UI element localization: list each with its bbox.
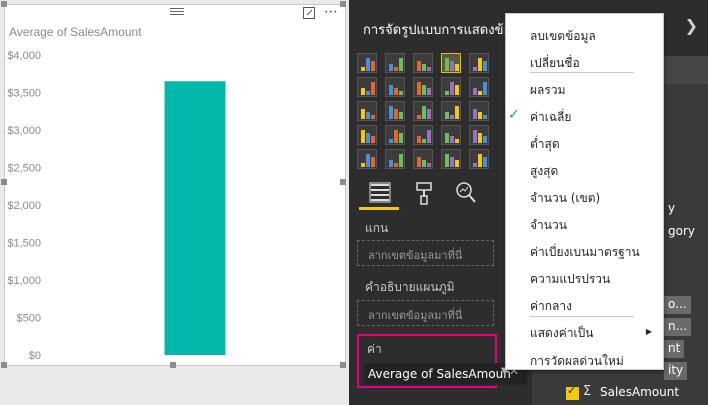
scatter-chart-icon[interactable]	[357, 101, 377, 121]
menu-item[interactable]: ความแปรปรวน	[530, 270, 610, 289]
field-button[interactable]: ity	[664, 362, 688, 380]
ribbon-chart-icon[interactable]	[441, 77, 461, 97]
clustered-bar-icon[interactable]	[413, 53, 433, 73]
field-context-menu: ลบเขตข้อมูลเปลี่ยนชื่อผลรวมค่าเฉลี่ย ✓ ต่ำ…	[505, 13, 664, 370]
stacked-bar-icon[interactable]	[357, 53, 377, 73]
globe-icon[interactable]	[469, 149, 489, 169]
axis-drop-well[interactable]: ลากเขตข้อมูลมาที่นี่	[357, 240, 494, 266]
drag-handle-icon[interactable]	[170, 8, 184, 17]
donut-chart-icon[interactable]	[413, 101, 433, 121]
format-paint-icon[interactable]	[409, 178, 439, 208]
column-chart-visual[interactable]: ⋯ Average of SalesAmount $4,000 $3,500 $3,…	[4, 4, 346, 366]
checkmark-icon: ✓	[508, 107, 520, 123]
field-name: SalesAmount	[600, 385, 680, 399]
menu-item[interactable]: ต่ำสุด	[530, 135, 560, 154]
menu-item[interactable]: ลบเขตข้อมูล	[530, 27, 596, 46]
y-tick-label: $2,500	[7, 163, 41, 175]
line-chart-icon[interactable]	[357, 77, 377, 97]
line-column-icon[interactable]	[413, 77, 433, 97]
y-tick-label: $3,000	[7, 125, 41, 137]
resize-handle-top-right[interactable]	[340, 1, 346, 7]
submenu-arrow-icon: ▶	[645, 327, 652, 336]
resize-handle-bottom-right[interactable]	[340, 362, 346, 368]
y-tick-label: $4,000	[7, 50, 41, 62]
more-options-icon[interactable]: ⋯	[324, 4, 339, 20]
legend-drop-well[interactable]: ลากเขตข้อมูลมาที่นี่	[357, 300, 494, 326]
field-button[interactable]: nt	[664, 340, 685, 358]
visual-header: ⋯	[5, 4, 345, 21]
field-checkbox[interactable]	[566, 384, 579, 400]
clustered-column-icon[interactable]	[441, 53, 461, 73]
filled-map-icon[interactable]	[357, 125, 377, 145]
menu-item[interactable]: สูงสุด	[530, 162, 558, 181]
values-well: ค่า Average of SalesAmoun	[357, 334, 527, 388]
y-tick-label: $0	[29, 350, 41, 362]
r-visual-icon[interactable]	[441, 149, 461, 169]
report-canvas: ⋯ Average of SalesAmount $4,000 $3,500 $3,…	[0, 0, 349, 405]
resize-handle-right[interactable]	[340, 179, 346, 185]
y-tick-label: $500	[17, 313, 41, 325]
y-tick-label: $1,500	[7, 238, 41, 250]
resize-handle-left[interactable]	[1, 179, 7, 185]
funnel-icon[interactable]	[385, 125, 405, 145]
menu-item[interactable]: ค่ากลาง	[530, 297, 572, 316]
active-tab-indicator	[359, 207, 399, 210]
table-icon[interactable]	[385, 149, 405, 169]
100-bar-icon[interactable]	[469, 53, 489, 73]
field-item-partial: gory	[668, 224, 695, 238]
menu-item[interactable]: จำนวน (เขต)	[530, 189, 600, 208]
chevron-right-icon[interactable]: ❯	[685, 16, 698, 35]
menu-separator	[530, 316, 634, 317]
map-icon[interactable]	[469, 101, 489, 121]
fields-tab-icon[interactable]	[365, 178, 395, 208]
field-item-partial: y	[668, 201, 676, 215]
pie-chart-icon[interactable]	[385, 101, 405, 121]
y-tick-label: $2,000	[7, 200, 41, 212]
field-button[interactable]: o...	[664, 296, 691, 314]
sigma-icon: Σ	[583, 384, 592, 399]
y-tick-label: $3,500	[7, 88, 41, 100]
field-button[interactable]: n...	[664, 318, 692, 336]
multi-row-card-icon[interactable]	[469, 125, 489, 145]
menu-item[interactable]: เปลี่ยนชื่อ	[530, 54, 580, 73]
menu-item[interactable]: แสดงค่าเป็น	[530, 324, 593, 343]
pane-title: การจัดรูปแบบการแสดงข้อมู	[363, 23, 520, 38]
menu-item[interactable]: ผลรวม	[530, 81, 565, 100]
treemap-icon[interactable]	[441, 101, 461, 121]
menu-item[interactable]: ค่าเฉลี่ย	[530, 108, 571, 127]
analytics-icon[interactable]	[451, 178, 481, 208]
chart-plot: $4,000 $3,500 $3,000 $2,500 $2,000 $1,500 $1,0…	[7, 50, 226, 362]
resize-handle-bottom-left[interactable]	[1, 362, 7, 368]
visual-title: Average of SalesAmount	[9, 25, 142, 39]
waterfall-icon[interactable]	[469, 77, 489, 97]
axis-label: แกน	[365, 221, 389, 235]
menu-item[interactable]: จำนวน	[530, 216, 567, 235]
card-icon[interactable]	[441, 125, 461, 145]
menu-separator	[530, 72, 634, 73]
menu-item[interactable]: การวัดผลด่วนใหม่	[530, 352, 624, 371]
slicer-icon[interactable]	[357, 149, 377, 169]
resize-handle-bottom[interactable]	[170, 362, 176, 368]
focus-mode-icon[interactable]	[303, 7, 315, 19]
area-chart-icon[interactable]	[385, 77, 405, 97]
matrix-icon[interactable]	[413, 149, 433, 169]
gauge-icon[interactable]	[413, 125, 433, 145]
y-tick-label: $1,000	[7, 275, 41, 287]
menu-item[interactable]: ค่าเบี่ยงเบนมาตรฐาน	[530, 243, 640, 262]
stacked-column-icon[interactable]	[385, 53, 405, 73]
values-label: ค่า	[367, 342, 382, 356]
legend-label: คำอธิบายแผนภูมิ	[365, 280, 455, 294]
resize-handle-top-left[interactable]	[1, 1, 7, 7]
chart-bar[interactable]	[164, 81, 226, 355]
